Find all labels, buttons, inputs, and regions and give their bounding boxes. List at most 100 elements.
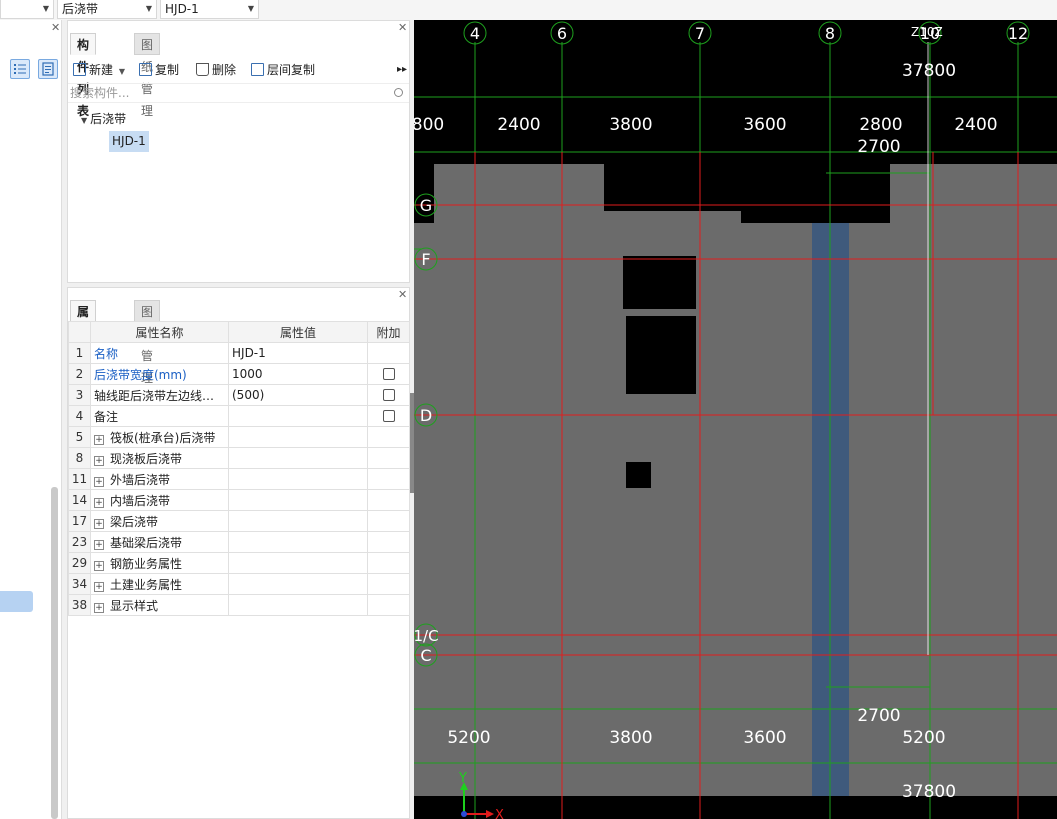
property-value-cell[interactable] bbox=[228, 594, 368, 616]
property-value-cell[interactable] bbox=[228, 573, 368, 595]
chevron-down-icon[interactable]: ▼ bbox=[81, 116, 87, 125]
row-index: 14 bbox=[68, 489, 91, 511]
tab-component-list[interactable]: 构件列表 bbox=[70, 33, 97, 118]
table-row[interactable]: 29 + 钢筋业务属性 bbox=[68, 552, 410, 574]
more-chevron-icon[interactable]: ▸▸ bbox=[397, 61, 407, 79]
expand-plus-icon[interactable]: + bbox=[94, 539, 104, 550]
row-index: 29 bbox=[68, 552, 91, 574]
property-name-cell[interactable]: + 筏板(桩承台)后浇带 bbox=[90, 426, 229, 448]
attach-checkbox[interactable] bbox=[382, 389, 395, 401]
property-name-cell[interactable]: + 基础梁后浇带 bbox=[90, 531, 229, 553]
property-name-cell[interactable]: + 内墙后浇带 bbox=[90, 489, 229, 511]
table-row[interactable]: 17 + 梁后浇带 bbox=[68, 510, 410, 532]
tree-node-hjd-1[interactable]: HJD-1 bbox=[109, 131, 149, 152]
list-view-button[interactable] bbox=[10, 59, 30, 79]
axis-label[interactable]: G bbox=[420, 196, 432, 215]
property-value-cell[interactable]: (500) bbox=[228, 384, 368, 406]
property-name-cell[interactable]: + 现浇板后浇带 bbox=[90, 447, 229, 469]
table-row[interactable]: 4 备注 bbox=[68, 405, 410, 427]
tab-layer-management[interactable]: 图层管理 bbox=[134, 300, 161, 385]
property-name-cell[interactable]: + 外墙后浇带 bbox=[90, 468, 229, 490]
expand-plus-icon[interactable]: + bbox=[94, 518, 104, 529]
tab-drawing-management[interactable]: 图纸管理 bbox=[134, 33, 161, 118]
scrollbar[interactable] bbox=[51, 487, 58, 819]
axis-label[interactable]: C bbox=[420, 646, 431, 665]
tree-node-post-pour-band[interactable]: ▼ 后浇带 bbox=[81, 110, 126, 127]
property-name-cell[interactable]: + 钢筋业务属性 bbox=[90, 552, 229, 574]
table-row[interactable]: 11 + 外墙后浇带 bbox=[68, 468, 410, 490]
property-name-cell[interactable]: + 显示样式 bbox=[90, 594, 229, 616]
delete-button[interactable]: 删除 bbox=[196, 61, 236, 79]
property-name: 显示样式 bbox=[110, 598, 159, 613]
search-input[interactable]: 搜索构件... bbox=[68, 83, 409, 103]
expand-plus-icon[interactable]: + bbox=[94, 560, 104, 571]
expand-plus-icon[interactable]: + bbox=[94, 434, 104, 445]
close-icon[interactable]: ✕ bbox=[398, 21, 407, 34]
property-value-cell[interactable] bbox=[228, 468, 368, 490]
axis-label[interactable]: 12 bbox=[1008, 24, 1028, 43]
selected-nav-item[interactable] bbox=[0, 591, 33, 612]
expand-plus-icon[interactable]: + bbox=[94, 497, 104, 508]
copy-button[interactable]: 复制 bbox=[139, 61, 179, 79]
property-value-cell[interactable] bbox=[228, 405, 368, 427]
property-value-cell[interactable] bbox=[228, 552, 368, 574]
table-row[interactable]: 23 + 基础梁后浇带 bbox=[68, 531, 410, 553]
attach-checkbox[interactable] bbox=[382, 410, 395, 422]
opening[interactable] bbox=[623, 256, 696, 309]
dropdown-component-type[interactable]: 后浇带 ▼ bbox=[57, 0, 157, 19]
new-button-label: 新建 bbox=[89, 63, 114, 77]
axis-label[interactable]: D bbox=[420, 406, 432, 425]
top-toolbar: ▼ 后浇带 ▼ HJD-1 ▼ bbox=[0, 0, 1057, 20]
close-icon[interactable]: ✕ bbox=[398, 288, 407, 301]
table-row[interactable]: 3 轴线距后浇带左边线距... (500) bbox=[68, 384, 410, 406]
expand-plus-icon[interactable]: + bbox=[94, 581, 104, 592]
expand-plus-icon[interactable]: + bbox=[94, 455, 104, 466]
dropdown-component[interactable]: HJD-1 ▼ bbox=[160, 0, 259, 19]
property-value-cell[interactable] bbox=[228, 447, 368, 469]
axis-label[interactable]: F bbox=[421, 250, 430, 269]
row-index: 17 bbox=[68, 510, 91, 532]
cad-drawing[interactable]: 4 6 7 8 10 12 Z10Z G F D 1/C C 37800 800… bbox=[414, 20, 1057, 819]
property-name-cell[interactable]: 轴线距后浇带左边线距... bbox=[90, 384, 229, 406]
table-row[interactable]: 14 + 内墙后浇带 bbox=[68, 489, 410, 511]
new-button[interactable]: 新建 ▼ bbox=[73, 61, 125, 79]
table-row[interactable]: 34 + 土建业务属性 bbox=[68, 573, 410, 595]
property-name: 外墙后浇带 bbox=[110, 472, 171, 487]
drawing-canvas[interactable]: 4 6 7 8 10 12 Z10Z G F D 1/C C 37800 800… bbox=[414, 20, 1057, 819]
table-row[interactable]: 38 + 显示样式 bbox=[68, 594, 410, 616]
property-name-cell[interactable]: 后浇带宽度(mm) bbox=[90, 363, 229, 385]
axis-label[interactable]: 7 bbox=[695, 24, 705, 43]
table-row[interactable]: 5 + 筏板(桩承台)后浇带 bbox=[68, 426, 410, 448]
table-row[interactable]: 8 + 现浇板后浇带 bbox=[68, 447, 410, 469]
property-value-cell[interactable] bbox=[228, 426, 368, 448]
tab-property-list[interactable]: 属性列表 bbox=[70, 300, 97, 385]
attach-checkbox[interactable] bbox=[382, 368, 395, 380]
property-name: 筏板(桩承台)后浇带 bbox=[110, 430, 216, 445]
table-row[interactable]: 2 后浇带宽度(mm) 1000 bbox=[68, 363, 410, 385]
property-name-cell[interactable]: 名称 bbox=[90, 342, 229, 364]
property-value-cell[interactable]: 1000 bbox=[228, 363, 368, 385]
property-value-cell[interactable] bbox=[228, 489, 368, 511]
table-row[interactable]: 1 名称 HJD-1 bbox=[68, 342, 410, 364]
property-name-cell[interactable]: + 梁后浇带 bbox=[90, 510, 229, 532]
property-name-cell[interactable]: 备注 bbox=[90, 405, 229, 427]
axis-label[interactable]: 8 bbox=[825, 24, 835, 43]
expand-plus-icon[interactable]: + bbox=[94, 602, 104, 613]
axis-label[interactable]: 6 bbox=[557, 24, 567, 43]
property-value-cell[interactable]: HJD-1 bbox=[228, 342, 368, 364]
floor-copy-button[interactable]: 层间复制 bbox=[251, 61, 315, 79]
property-name-cell[interactable]: + 土建业务属性 bbox=[90, 573, 229, 595]
row-index: 5 bbox=[68, 426, 91, 448]
close-icon[interactable]: ✕ bbox=[51, 21, 60, 34]
copy-button-label: 复制 bbox=[155, 63, 180, 77]
dropdown-floor[interactable]: ▼ bbox=[0, 0, 54, 19]
axis-label[interactable]: 4 bbox=[470, 24, 480, 43]
expand-plus-icon[interactable]: + bbox=[94, 476, 104, 487]
opening[interactable] bbox=[626, 316, 696, 394]
opening[interactable] bbox=[626, 462, 651, 488]
property-value-cell[interactable] bbox=[228, 510, 368, 532]
detail-view-button[interactable] bbox=[38, 59, 58, 79]
property-value-cell[interactable] bbox=[228, 531, 368, 553]
axis-label[interactable]: 1/C bbox=[414, 627, 439, 645]
ucs-y-label: Y bbox=[458, 771, 467, 786]
